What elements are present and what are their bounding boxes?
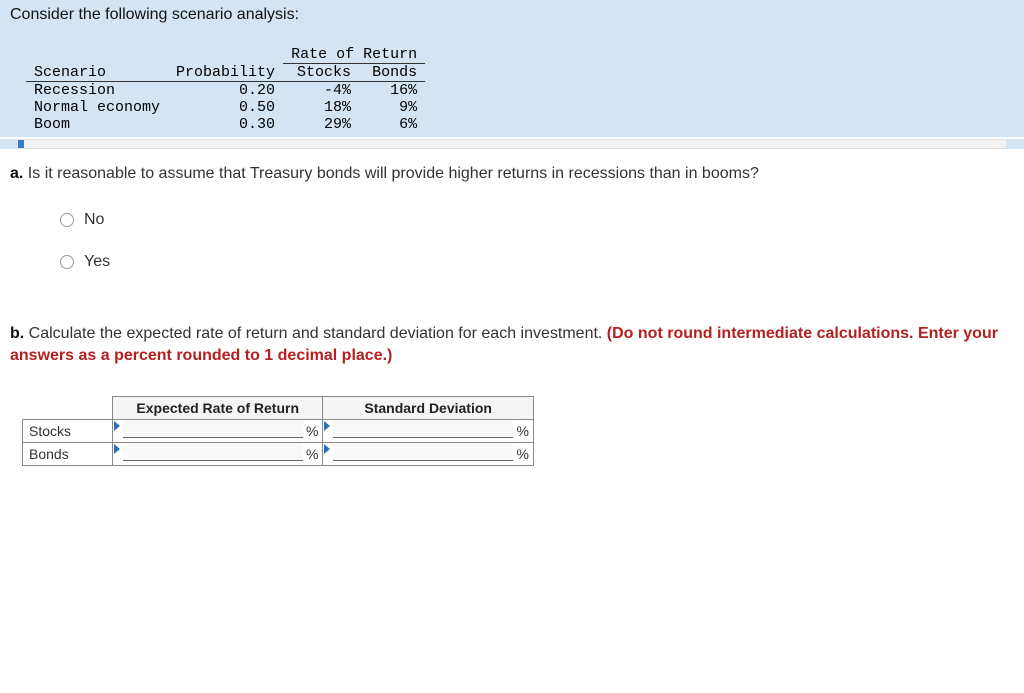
cell-scenario: Recession [26,82,168,100]
cell-scenario: Boom [26,116,168,133]
cell-bonds: 9% [359,99,425,116]
question-b-text: Calculate the expected rate of return an… [29,325,607,342]
scenario-table-container: Rate of Return Scenario Probability Stoc… [0,42,1024,137]
radio-label: No [84,211,104,229]
radio-label: Yes [84,253,110,271]
table-row: Recession 0.20 -4% 16% [26,82,425,100]
cell-stocks: 29% [283,116,359,133]
row-stocks-label: Stocks [23,420,113,443]
cell-probability: 0.50 [168,99,283,116]
radio-icon [60,255,74,269]
radio-option-no[interactable]: No [60,199,1014,241]
unit-label: % [306,423,322,439]
rate-of-return-header: Rate of Return [283,46,425,64]
question-a: a. Is it reasonable to assume that Treas… [0,151,1024,189]
cell-stocks: 18% [283,99,359,116]
input-marker-icon [114,444,120,454]
scenario-table: Rate of Return Scenario Probability Stoc… [26,46,425,133]
radio-icon [60,213,74,227]
col-bonds: Bonds [359,64,425,82]
col-probability: Probability [168,64,283,82]
answer-table: Expected Rate of Return Standard Deviati… [22,396,534,466]
unit-label: % [516,446,532,462]
cell-bonds: 6% [359,116,425,133]
bonds-stddev-input[interactable] [333,443,513,461]
radio-option-yes[interactable]: Yes [60,241,1014,283]
col-std-dev: Standard Deviation [323,397,533,420]
col-expected-return: Expected Rate of Return [113,397,323,420]
question-a-text: Is it reasonable to assume that Treasury… [28,165,759,182]
table-row: Stocks % % [23,420,534,443]
col-stocks: Stocks [283,64,359,82]
row-bonds-label: Bonds [23,443,113,466]
unit-label: % [516,423,532,439]
input-marker-icon [324,421,330,431]
cell-stocks: -4% [283,82,359,100]
col-scenario: Scenario [26,64,168,82]
intro-text: Consider the following scenario analysis… [0,0,1024,42]
cell-bonds: 16% [359,82,425,100]
question-a-number: a. [10,165,23,182]
question-b: b. Calculate the expected rate of return… [0,293,1024,376]
cell-probability: 0.30 [168,116,283,133]
bonds-expected-return-input[interactable] [123,443,303,461]
stocks-expected-return-input[interactable] [123,420,303,438]
unit-label: % [306,446,322,462]
input-marker-icon [114,421,120,431]
cell-scenario: Normal economy [26,99,168,116]
table-row: Normal economy 0.50 18% 9% [26,99,425,116]
horizontal-scrollbar[interactable] [18,139,1006,149]
table-row: Bonds % % [23,443,534,466]
radio-group-a: No Yes [0,189,1024,293]
table-row: Boom 0.30 29% 6% [26,116,425,133]
question-b-number: b. [10,325,24,342]
stocks-stddev-input[interactable] [333,420,513,438]
cell-probability: 0.20 [168,82,283,100]
input-marker-icon [324,444,330,454]
